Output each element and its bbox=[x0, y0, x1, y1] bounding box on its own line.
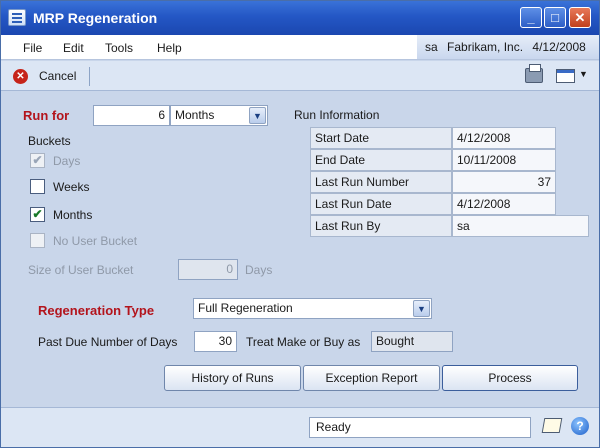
past-due-days-label: Past Due Number of Days bbox=[38, 335, 178, 349]
cancel-icon[interactable]: ✕ bbox=[13, 69, 28, 84]
last-run-number-label: Last Run Number bbox=[310, 171, 452, 193]
table-row: Last Run Date 4/12/2008 bbox=[310, 193, 589, 215]
size-unit-label: Days bbox=[245, 263, 273, 277]
menu-edit[interactable]: Edit bbox=[63, 41, 84, 55]
last-run-by-value: sa bbox=[452, 215, 589, 237]
start-date-label: Start Date bbox=[310, 127, 452, 149]
past-due-days-input[interactable]: 30 bbox=[194, 331, 237, 352]
help-icon[interactable]: ? bbox=[571, 417, 589, 435]
last-run-date-value: 4/12/2008 bbox=[452, 193, 556, 215]
user-company-date: sa Fabrikam, Inc. 4/12/2008 bbox=[417, 35, 599, 59]
start-date-value: 4/12/2008 bbox=[452, 127, 556, 149]
minimize-button[interactable]: _ bbox=[520, 7, 542, 28]
weeks-label: Weeks bbox=[53, 180, 90, 194]
menu-help[interactable]: Help bbox=[157, 41, 182, 55]
no-user-bucket-label: No User Bucket bbox=[53, 234, 138, 248]
no-user-bucket-checkbox[interactable] bbox=[30, 233, 45, 248]
mrp-regeneration-window: MRP Regeneration _ □ ✕ File Edit Tools H… bbox=[0, 0, 600, 448]
regeneration-type-value: Full Regeneration bbox=[198, 301, 293, 315]
user-date: 4/12/2008 bbox=[532, 40, 586, 54]
size-of-user-bucket-input[interactable]: 0 bbox=[178, 259, 238, 280]
chevron-down-icon[interactable]: ▼ bbox=[579, 69, 588, 79]
weeks-checkbox[interactable] bbox=[30, 179, 45, 194]
months-label: Months bbox=[53, 208, 93, 222]
table-row: Start Date 4/12/2008 bbox=[310, 127, 589, 149]
note-icon[interactable] bbox=[541, 418, 563, 433]
status-text: Ready bbox=[309, 417, 531, 438]
treat-make-or-buy-label: Treat Make or Buy as bbox=[246, 335, 361, 349]
end-date-value: 10/11/2008 bbox=[452, 149, 556, 171]
menu-file[interactable]: File bbox=[23, 41, 42, 55]
regeneration-type-label: Regeneration Type bbox=[38, 303, 155, 318]
end-date-label: End Date bbox=[310, 149, 452, 171]
status-bar: Ready ? bbox=[1, 407, 599, 447]
table-row: Last Run Number 37 bbox=[310, 171, 589, 193]
history-of-runs-button[interactable]: History of Runs bbox=[164, 365, 301, 391]
run-for-label: Run for bbox=[23, 108, 70, 123]
days-checkbox[interactable]: ✔ bbox=[30, 153, 45, 168]
run-information-heading: Run Information bbox=[294, 108, 380, 122]
chevron-down-icon[interactable]: ▼ bbox=[249, 107, 266, 124]
toolbar: ✕ Cancel ▼ bbox=[1, 61, 599, 91]
treat-make-or-buy-value: Bought bbox=[371, 331, 453, 352]
buckets-label: Buckets bbox=[28, 134, 71, 148]
window-layout-icon[interactable] bbox=[556, 69, 575, 83]
printer-icon[interactable] bbox=[525, 64, 543, 83]
title-bar[interactable]: MRP Regeneration _ □ ✕ bbox=[1, 1, 599, 35]
menu-tools[interactable]: Tools bbox=[105, 41, 133, 55]
table-row: Last Run By sa bbox=[310, 215, 589, 237]
run-for-unit-value: Months bbox=[175, 108, 215, 122]
company-name: Fabrikam, Inc. bbox=[447, 40, 524, 54]
menu-bar: File Edit Tools Help sa Fabrikam, Inc. 4… bbox=[1, 35, 599, 60]
run-for-unit-select[interactable]: Months ▼ bbox=[170, 105, 268, 126]
user-name: sa bbox=[425, 40, 438, 54]
window-title: MRP Regeneration bbox=[33, 10, 158, 26]
run-for-input[interactable]: 6 bbox=[93, 105, 170, 126]
size-of-user-bucket-label: Size of User Bucket bbox=[28, 263, 134, 277]
app-window-icon bbox=[8, 9, 26, 26]
process-button[interactable]: Process bbox=[442, 365, 578, 391]
last-run-date-label: Last Run Date bbox=[310, 193, 452, 215]
days-label: Days bbox=[53, 154, 81, 168]
chevron-down-icon[interactable]: ▼ bbox=[413, 300, 430, 317]
toolbar-divider bbox=[89, 67, 90, 86]
months-checkbox[interactable]: ✔ bbox=[30, 207, 45, 222]
table-row: End Date 10/11/2008 bbox=[310, 149, 589, 171]
last-run-number-value: 37 bbox=[452, 171, 556, 193]
close-button[interactable]: ✕ bbox=[569, 7, 591, 28]
cancel-button[interactable]: Cancel bbox=[39, 69, 76, 83]
last-run-by-label: Last Run By bbox=[310, 215, 452, 237]
exception-report-button[interactable]: Exception Report bbox=[303, 365, 440, 391]
regeneration-type-select[interactable]: Full Regeneration ▼ bbox=[193, 298, 432, 319]
maximize-button[interactable]: □ bbox=[544, 7, 566, 28]
